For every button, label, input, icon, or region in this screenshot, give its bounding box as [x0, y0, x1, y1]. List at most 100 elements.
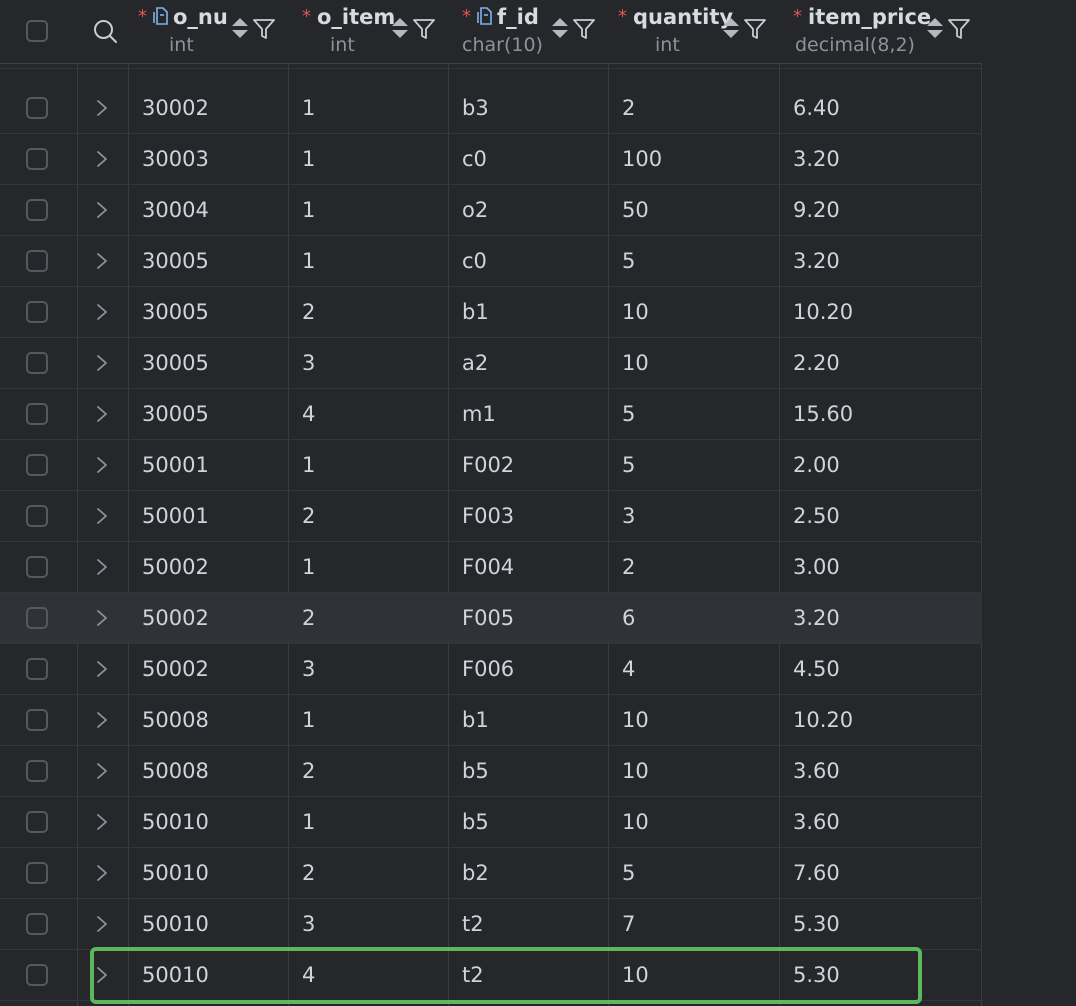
cell-o-item[interactable]: 1: [302, 440, 315, 491]
column-header-item-price[interactable]: * item_price decimal(8,2): [779, 0, 982, 63]
chevron-right-icon[interactable]: [93, 608, 111, 628]
table-row[interactable]: 50008 1 b1 10 10.20: [0, 695, 982, 746]
cell-o-num[interactable]: 30005: [142, 236, 209, 287]
cell-o-item[interactable]: 1: [302, 236, 315, 287]
cell-quantity[interactable]: 10: [622, 746, 649, 797]
row-checkbox[interactable]: [26, 556, 48, 578]
cell-quantity[interactable]: 10: [622, 338, 649, 389]
column-header-f-id[interactable]: * f_id char(10): [448, 0, 608, 63]
cell-f-id[interactable]: m1: [462, 389, 496, 440]
filter-icon[interactable]: [572, 17, 596, 41]
row-checkbox[interactable]: [26, 913, 48, 935]
row-checkbox[interactable]: [26, 352, 48, 374]
cell-item-price[interactable]: 3.20: [793, 593, 840, 644]
sort-icon[interactable]: [552, 16, 568, 40]
cell-item-price[interactable]: 5.30: [793, 950, 840, 1001]
cell-quantity[interactable]: 5: [622, 848, 635, 899]
cell-o-item[interactable]: 3: [302, 338, 315, 389]
cell-quantity[interactable]: 2: [622, 542, 635, 593]
cell-o-num[interactable]: 50010: [142, 797, 209, 848]
cell-o-num[interactable]: 50010: [142, 899, 209, 950]
cell-o-item[interactable]: 3: [302, 899, 315, 950]
row-checkbox[interactable]: [26, 199, 48, 221]
table-row[interactable]: 50001 2 F003 3 2.50: [0, 491, 982, 542]
cell-o-item[interactable]: 4: [302, 950, 315, 1001]
cell-o-num[interactable]: 50001: [142, 491, 209, 542]
chevron-right-icon[interactable]: [93, 98, 111, 118]
filter-icon[interactable]: [743, 17, 767, 41]
cell-quantity[interactable]: 10: [622, 950, 649, 1001]
cell-item-price[interactable]: 15.60: [793, 389, 853, 440]
sort-icon[interactable]: [927, 16, 943, 40]
chevron-right-icon[interactable]: [93, 710, 111, 730]
cell-item-price[interactable]: 10.20: [793, 695, 853, 746]
cell-f-id[interactable]: t2: [462, 899, 484, 950]
cell-quantity[interactable]: 10: [622, 797, 649, 848]
cell-item-price[interactable]: 4.50: [793, 644, 840, 695]
table-row[interactable]: 30005 2 b1 10 10.20: [0, 287, 982, 338]
cell-f-id[interactable]: F005: [462, 593, 514, 644]
row-checkbox[interactable]: [26, 607, 48, 629]
chevron-right-icon[interactable]: [93, 149, 111, 169]
row-checkbox[interactable]: [26, 148, 48, 170]
cell-f-id[interactable]: o2: [462, 185, 488, 236]
cell-f-id[interactable]: a2: [462, 338, 488, 389]
row-checkbox[interactable]: [26, 811, 48, 833]
table-row[interactable]: 50010 1 b5 10 3.60: [0, 797, 982, 848]
cell-o-item[interactable]: 2: [302, 491, 315, 542]
cell-f-id[interactable]: c0: [462, 236, 487, 287]
column-header-o-num[interactable]: * o_nu int: [128, 0, 288, 63]
cell-f-id[interactable]: c0: [462, 134, 487, 185]
cell-f-id[interactable]: b2: [462, 848, 489, 899]
table-row[interactable]: 50001 1 F002 5 2.00: [0, 440, 982, 491]
cell-f-id[interactable]: b3: [462, 83, 489, 134]
cell-o-item[interactable]: 1: [302, 185, 315, 236]
row-checkbox[interactable]: [26, 250, 48, 272]
cell-quantity[interactable]: 7: [622, 899, 635, 950]
chevron-right-icon[interactable]: [93, 863, 111, 883]
cell-o-num[interactable]: 30005: [142, 338, 209, 389]
cell-o-num[interactable]: 50002: [142, 644, 209, 695]
table-row[interactable]: 50002 1 F004 2 3.00: [0, 542, 982, 593]
cell-f-id[interactable]: F006: [462, 644, 514, 695]
table-row[interactable]: 50010 4 t2 10 5.30: [0, 950, 982, 1001]
cell-quantity[interactable]: 10: [622, 287, 649, 338]
row-checkbox[interactable]: [26, 658, 48, 680]
row-checkbox[interactable]: [26, 760, 48, 782]
cell-quantity[interactable]: 5: [622, 440, 635, 491]
chevron-right-icon[interactable]: [93, 914, 111, 934]
filter-icon[interactable]: [412, 17, 436, 41]
cell-o-item[interactable]: 1: [302, 542, 315, 593]
chevron-right-icon[interactable]: [93, 659, 111, 679]
row-checkbox[interactable]: [26, 301, 48, 323]
cell-quantity[interactable]: 5: [622, 389, 635, 440]
cell-f-id[interactable]: b5: [462, 746, 489, 797]
cell-quantity[interactable]: 3: [622, 491, 635, 542]
sort-icon[interactable]: [392, 16, 408, 40]
cell-item-price[interactable]: 6.40: [793, 83, 840, 134]
column-header-quantity[interactable]: * quantity int: [608, 0, 779, 63]
cell-item-price[interactable]: 2.00: [793, 440, 840, 491]
table-row[interactable]: 30005 4 m1 5 15.60: [0, 389, 982, 440]
chevron-right-icon[interactable]: [93, 251, 111, 271]
row-checkbox[interactable]: [26, 862, 48, 884]
cell-o-num[interactable]: 30005: [142, 287, 209, 338]
row-checkbox[interactable]: [26, 505, 48, 527]
table-row[interactable]: 50002 3 F006 4 4.50: [0, 644, 982, 695]
chevron-right-icon[interactable]: [93, 812, 111, 832]
chevron-right-icon[interactable]: [93, 404, 111, 424]
cell-o-item[interactable]: 2: [302, 287, 315, 338]
chevron-right-icon[interactable]: [93, 965, 111, 985]
chevron-right-icon[interactable]: [93, 200, 111, 220]
cell-o-item[interactable]: 4: [302, 389, 315, 440]
table-row[interactable]: 50002 2 F005 6 3.20: [0, 593, 982, 644]
chevron-right-icon[interactable]: [93, 761, 111, 781]
cell-item-price[interactable]: 3.60: [793, 797, 840, 848]
cell-f-id[interactable]: F002: [462, 440, 514, 491]
sort-icon[interactable]: [723, 16, 739, 40]
cell-quantity[interactable]: 4: [622, 644, 635, 695]
table-row[interactable]: 30005 3 a2 10 2.20: [0, 338, 982, 389]
cell-item-price[interactable]: 3.20: [793, 134, 840, 185]
cell-item-price[interactable]: 9.20: [793, 185, 840, 236]
cell-f-id[interactable]: F003: [462, 491, 514, 542]
